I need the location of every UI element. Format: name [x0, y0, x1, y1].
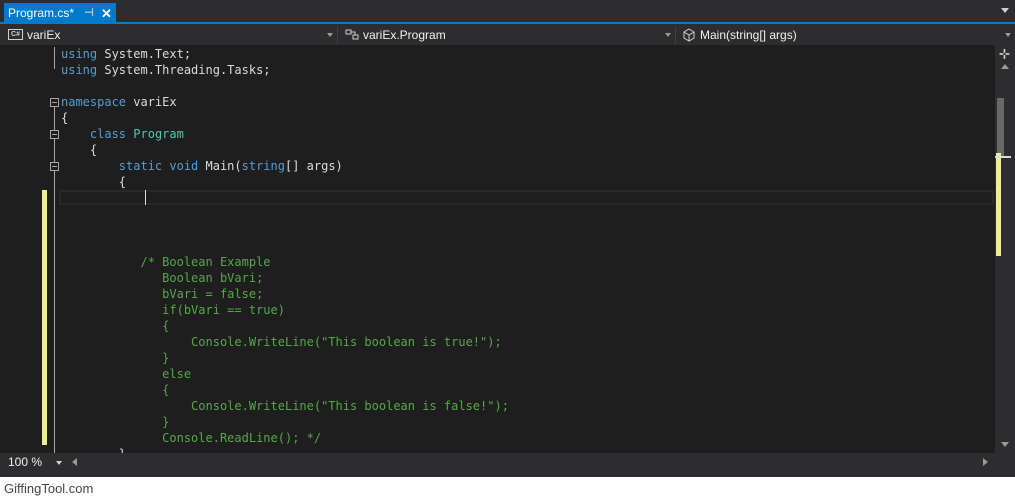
chevron-down-icon: [665, 33, 671, 37]
code-token: Main(: [205, 159, 242, 173]
code-line[interactable]: }: [61, 350, 169, 366]
code-token: using: [61, 47, 105, 61]
code-line[interactable]: }: [61, 414, 169, 430]
code-token: Console.WriteLine("This boolean is false…: [61, 399, 509, 413]
scroll-right-arrow-icon[interactable]: [983, 458, 988, 466]
code-token: void: [169, 159, 206, 173]
code-line[interactable]: Console.ReadLine(); */: [61, 430, 321, 446]
change-indicator-margin: [42, 190, 47, 445]
code-token: {: [61, 175, 127, 189]
member-dropdown-value: Main(string[] args): [700, 28, 797, 42]
code-line[interactable]: if(bVari == true): [61, 302, 285, 318]
scroll-up-arrow-icon[interactable]: [1001, 64, 1009, 69]
class-icon: [345, 29, 359, 40]
tab-overflow-chevron-icon[interactable]: [1001, 8, 1009, 13]
code-token: {: [61, 111, 69, 125]
code-token: if(bVari == true): [61, 303, 285, 317]
code-token: else: [61, 367, 192, 381]
vertical-scrollbar[interactable]: ⊹: [995, 45, 1015, 453]
code-token: Console.WriteLine("This boolean is true!…: [61, 335, 502, 349]
visual-studio-window: Program.cs* ⊣ ✕ C# variEx variEx.Program: [0, 0, 1015, 477]
code-line[interactable]: Boolean bVari;: [61, 270, 263, 286]
code-line[interactable]: }: [61, 446, 126, 453]
code-token: }: [61, 351, 170, 365]
scroll-left-arrow-icon[interactable]: [72, 458, 77, 466]
code-line[interactable]: {: [61, 110, 68, 126]
code-line[interactable]: {: [61, 142, 97, 158]
editor-bottom-bar: 100 %: [0, 453, 1015, 472]
code-token: class: [89, 127, 134, 141]
code-line[interactable]: {: [61, 174, 126, 190]
scrollbar-caret-marker: [995, 156, 1011, 158]
code-token: string: [241, 159, 285, 173]
code-line[interactable]: /* Boolean Example: [61, 254, 271, 270]
code-token: /* Boolean Example: [61, 255, 271, 269]
current-line-highlight: [59, 190, 994, 205]
code-token: using: [61, 63, 105, 77]
class-dropdown[interactable]: variEx.Program: [341, 26, 676, 44]
csharp-file-icon: C#: [8, 29, 23, 40]
scroll-down-arrow-icon[interactable]: [1001, 442, 1009, 447]
zoom-dropdown[interactable]: 100 %: [4, 454, 64, 471]
code-line[interactable]: bVari = false;: [61, 286, 263, 302]
split-window-icon[interactable]: ⊹: [999, 47, 1010, 60]
watermark: GiffingTool.com: [4, 481, 94, 496]
chevron-down-icon: [327, 33, 333, 37]
member-dropdown[interactable]: Main(string[] args): [679, 26, 1015, 44]
code-token: {: [61, 383, 170, 397]
text-caret: [145, 190, 146, 205]
close-icon[interactable]: ✕: [101, 3, 112, 24]
code-line[interactable]: static void Main(string[] args): [61, 158, 343, 174]
collapse-namespace-icon[interactable]: [50, 98, 59, 107]
navigation-bar: C# variEx variEx.Program Main(string[] a…: [0, 25, 1015, 45]
code-line[interactable]: {: [61, 318, 169, 334]
outline-guide: [54, 107, 55, 453]
code-line[interactable]: Console.WriteLine("This boolean is false…: [61, 398, 509, 414]
code-token: {: [61, 143, 98, 157]
code-token: static: [118, 159, 170, 173]
code-line[interactable]: else: [61, 366, 191, 382]
code-token: bVari = false;: [61, 287, 264, 301]
code-line[interactable]: Console.WriteLine("This boolean is true!…: [61, 334, 502, 350]
code-line[interactable]: using System.Text;: [61, 46, 191, 62]
code-line[interactable]: using System.Threading.Tasks;: [61, 62, 271, 78]
project-dropdown-value: variEx: [27, 28, 61, 42]
outline-guide: [54, 47, 55, 69]
code-token: variEx: [133, 95, 177, 109]
collapse-class-icon[interactable]: [50, 130, 59, 139]
tab-title: Program.cs*: [8, 6, 75, 20]
code-token: Program: [133, 127, 184, 141]
chevron-down-icon: [56, 461, 62, 465]
document-tab-strip: Program.cs* ⊣ ✕: [0, 0, 1015, 24]
pin-icon[interactable]: ⊣: [84, 3, 94, 24]
code-token: [] args): [284, 159, 343, 173]
code-line[interactable]: namespace variEx: [61, 94, 177, 110]
zoom-value: 100 %: [8, 455, 43, 469]
code-token: Console.ReadLine(); */: [61, 431, 322, 445]
code-token: System.Text;: [104, 47, 192, 61]
tab-program-cs[interactable]: Program.cs* ⊣ ✕: [4, 3, 116, 24]
code-line[interactable]: class Program: [61, 126, 184, 142]
scroll-thumb[interactable]: [997, 98, 1004, 158]
class-dropdown-value: variEx.Program: [363, 28, 446, 42]
collapse-method-icon[interactable]: [50, 162, 59, 171]
code-line[interactable]: {: [61, 382, 169, 398]
chevron-down-icon: [1005, 33, 1011, 37]
scrollbar-change-marker: [996, 153, 1001, 256]
code-token: Boolean bVari;: [61, 271, 264, 285]
method-icon: [683, 28, 695, 42]
code-token: {: [61, 319, 170, 333]
code-token: }: [61, 415, 170, 429]
code-editor[interactable]: using System.Text; using System.Threading…: [0, 45, 995, 453]
code-token: System.Threading.Tasks;: [104, 63, 271, 77]
code-token: namespace: [61, 95, 134, 109]
project-dropdown[interactable]: C# variEx: [0, 26, 338, 44]
